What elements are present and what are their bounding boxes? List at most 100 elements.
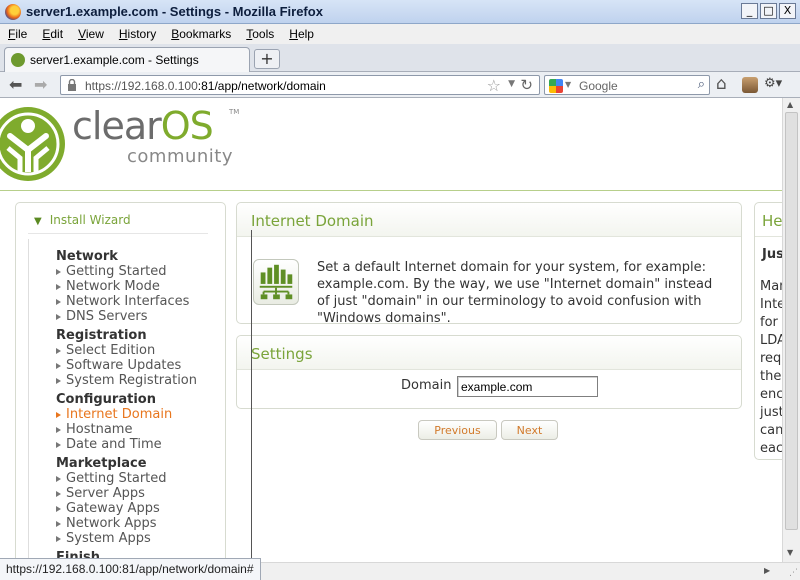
scroll-down-arrow-icon[interactable]: ▼ [787, 548, 793, 557]
firefox-icon [5, 4, 21, 20]
header-divider [0, 190, 782, 191]
tab-title: server1.example.com - Settings [30, 53, 199, 67]
url-path: :81/app/network/domain [197, 79, 326, 93]
help-text-line: for [760, 315, 778, 330]
logo-wordmark: clearOS [72, 104, 214, 148]
google-icon[interactable] [549, 79, 563, 93]
search-engine-dropdown-icon[interactable]: ▼ [565, 80, 571, 89]
previous-button[interactable]: Previous [418, 420, 497, 440]
logo-subtitle: community [127, 146, 234, 167]
minimize-button[interactable]: _ [741, 3, 758, 19]
help-text-line: LDA [760, 333, 782, 348]
url-text: https://192.168.0.100:81/app/network/dom… [85, 79, 326, 93]
search-placeholder: Google [579, 79, 618, 93]
menu-tools[interactable]: Tools [238, 24, 281, 44]
help-text-line: just [760, 405, 782, 420]
resize-grip-icon[interactable]: ⋰ [789, 568, 798, 578]
nav-group-network: Network [56, 249, 118, 264]
wizard-nav-list: Network Getting Started Network Mode Networ… [56, 249, 197, 562]
clearos-logo-icon [0, 107, 65, 181]
info-panel-text: Set a default Internet domain for your s… [317, 260, 713, 326]
collapse-triangle-icon[interactable]: ▼ [34, 216, 42, 227]
forward-arrow-icon[interactable]: ➡ [34, 75, 47, 94]
sidebar-divider [28, 233, 208, 234]
install-wizard-heading[interactable]: ▼ Install Wizard [34, 213, 131, 227]
help-text-line: Inte [760, 297, 782, 312]
help-text-line: the [760, 369, 782, 384]
vertical-scrollbar[interactable]: ▲ ▼ [782, 98, 800, 562]
sidebar-item-getting-started[interactable]: Getting Started [56, 264, 197, 279]
domain-input[interactable] [457, 376, 598, 397]
sidebar-item-gateway-apps[interactable]: Gateway Apps [56, 501, 197, 516]
vertical-guide-line [251, 230, 252, 578]
install-wizard-label: Install Wizard [49, 213, 131, 227]
menu-help[interactable]: Help [281, 24, 321, 44]
tab-settings[interactable]: server1.example.com - Settings [4, 47, 250, 72]
logo-trademark: TM [229, 108, 240, 116]
sidebar-item-system-apps[interactable]: System Apps [56, 531, 197, 546]
sidebar-item-software-updates[interactable]: Software Updates [56, 358, 197, 373]
reload-icon[interactable]: ↻ [520, 76, 533, 94]
addon-icon[interactable] [742, 77, 758, 93]
sidebar-item-system-registration[interactable]: System Registration [56, 373, 197, 388]
scroll-up-arrow-icon[interactable]: ▲ [787, 100, 793, 109]
sidebar-tree-line [28, 239, 29, 562]
vertical-scroll-thumb[interactable] [785, 112, 798, 530]
new-tab-button[interactable]: + [254, 49, 280, 69]
sidebar-item-network-interfaces[interactable]: Network Interfaces [56, 294, 197, 309]
help-text: Man Inte for LDA requ the enc just can each [760, 278, 782, 458]
window-title-bar: server1.example.com - Settings - Mozilla… [0, 0, 800, 24]
network-domain-icon [253, 259, 299, 305]
menu-history[interactable]: History [111, 24, 163, 44]
install-wizard-sidebar: ▼ Install Wizard Network Getting Started Ne… [15, 202, 226, 562]
sidebar-item-select-edition[interactable]: Select Edition [56, 343, 197, 358]
info-panel-title: Internet Domain [251, 212, 374, 230]
domain-label: Domain [401, 378, 452, 393]
close-button[interactable]: X [779, 3, 796, 19]
sidebar-item-date-and-time[interactable]: Date and Time [56, 437, 197, 452]
status-bar-link: https://192.168.0.100:81/app/network/dom… [0, 558, 261, 580]
nav-group-registration: Registration [56, 328, 147, 343]
sidebar-item-dns-servers[interactable]: DNS Servers [56, 309, 197, 324]
menu-bar: File Edit View History Bookmarks Tools Help [0, 24, 800, 44]
help-text-line: can [760, 423, 782, 438]
search-icon[interactable]: ⌕ [698, 77, 705, 92]
help-subtitle: Just [762, 247, 782, 262]
menu-file[interactable]: File [0, 24, 34, 44]
sidebar-item-network-apps[interactable]: Network Apps [56, 516, 197, 531]
help-text-line: enc [760, 387, 782, 402]
sidebar-item-getting-started[interactable]: Getting Started [56, 471, 197, 486]
menu-edit[interactable]: Edit [34, 24, 70, 44]
window-title: server1.example.com - Settings - Mozilla… [26, 4, 323, 19]
sidebar-item-hostname[interactable]: Hostname [56, 422, 197, 437]
settings-panel: Settings Domain [236, 335, 742, 409]
navigation-toolbar: ⬅ ➡ https://192.168.0.100:81/app/network… [0, 72, 800, 98]
nav-group-marketplace: Marketplace [56, 456, 147, 471]
menu-bookmarks[interactable]: Bookmarks [163, 24, 238, 44]
bookmark-star-icon[interactable]: ☆ [487, 76, 501, 95]
sidebar-item-server-apps[interactable]: Server Apps [56, 486, 197, 501]
url-history-dropdown-icon[interactable]: ▼ [508, 79, 515, 89]
help-text-line: requ [760, 351, 782, 366]
lock-icon [68, 79, 76, 91]
home-icon[interactable]: ⌂ [716, 74, 727, 94]
help-text-line: Man [760, 279, 782, 294]
settings-panel-title: Settings [251, 345, 313, 363]
sidebar-item-internet-domain[interactable]: Internet Domain [56, 407, 197, 422]
menu-view[interactable]: View [70, 24, 111, 44]
tab-bar: server1.example.com - Settings + [0, 44, 800, 72]
scroll-right-arrow-icon[interactable]: ▶ [764, 566, 770, 575]
url-host: https://192.168.0.100 [85, 79, 198, 93]
search-bar[interactable]: ▼ Google ⌕ [544, 75, 710, 95]
help-text-line: each [760, 441, 782, 456]
maximize-button[interactable]: □ [760, 3, 777, 19]
help-panel: Help Just Man Inte for LDA requ the enc just can… [754, 202, 782, 460]
toolbar-menu-icon[interactable]: ⚙▾ [764, 76, 782, 91]
help-panel-title: Help [762, 212, 782, 230]
next-button[interactable]: Next [501, 420, 558, 440]
clearos-favicon-icon [11, 53, 25, 67]
url-bar[interactable]: https://192.168.0.100:81/app/network/dom… [60, 75, 540, 95]
sidebar-item-network-mode[interactable]: Network Mode [56, 279, 197, 294]
info-panel: Internet Domain Set a default Internet d… [236, 202, 742, 326]
back-arrow-icon[interactable]: ⬅ [9, 75, 22, 94]
